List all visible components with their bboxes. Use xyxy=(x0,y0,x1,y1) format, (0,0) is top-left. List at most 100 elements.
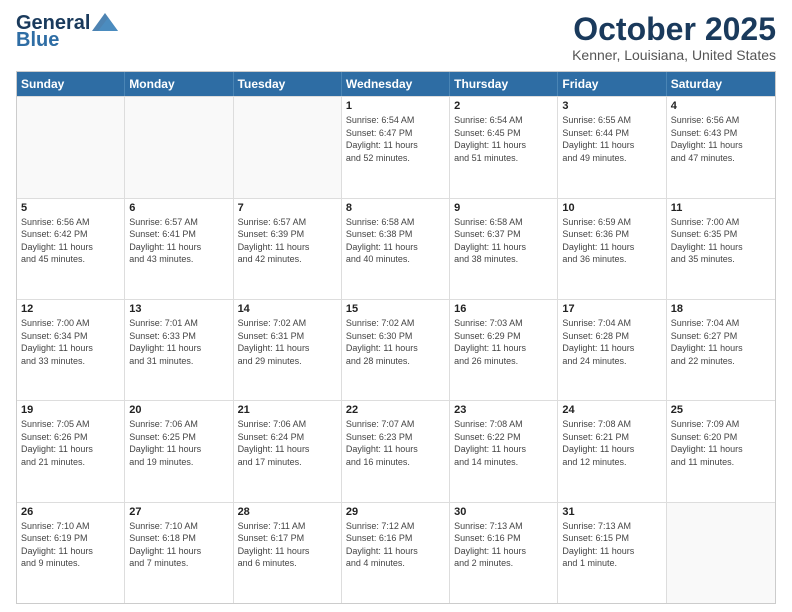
day-info-23: Sunrise: 7:08 AM Sunset: 6:22 PM Dayligh… xyxy=(454,418,553,468)
calendar-body: 1 Sunrise: 6:54 AM Sunset: 6:47 PM Daylig… xyxy=(17,96,775,603)
day-number-8: 8 xyxy=(346,202,445,214)
day-cell-4: 4 Sunrise: 6:56 AM Sunset: 6:43 PM Daylig… xyxy=(667,97,775,197)
day-info-22: Sunrise: 7:07 AM Sunset: 6:23 PM Dayligh… xyxy=(346,418,445,468)
day-cell-7: 7Sunrise: 6:57 AM Sunset: 6:39 PM Daylig… xyxy=(234,199,342,299)
header-saturday: Saturday xyxy=(667,72,775,96)
day-number-27: 27 xyxy=(129,506,228,518)
day-number-13: 13 xyxy=(129,303,228,315)
day-number-1: 1 xyxy=(346,100,445,112)
day-info-19: Sunrise: 7:05 AM Sunset: 6:26 PM Dayligh… xyxy=(21,418,120,468)
day-cell-17: 17Sunrise: 7:04 AM Sunset: 6:28 PM Dayli… xyxy=(558,300,666,400)
day-cell-11: 11 Sunrise: 7:00 AM Sunset: 6:35 PM Dayli… xyxy=(667,199,775,299)
page: General Blue October 2025 Kenner, Louisi… xyxy=(0,0,792,612)
day-cell-3: 3 Sunrise: 6:55 AM Sunset: 6:44 PM Daylig… xyxy=(558,97,666,197)
day-info-4: Sunrise: 6:56 AM Sunset: 6:43 PM Dayligh… xyxy=(671,114,771,164)
empty-cell xyxy=(234,97,342,197)
day-info-31: Sunrise: 7:13 AM Sunset: 6:15 PM Dayligh… xyxy=(562,520,661,570)
day-info-5: Sunrise: 6:56 AM Sunset: 6:42 PM Dayligh… xyxy=(21,216,120,266)
day-info-13: Sunrise: 7:01 AM Sunset: 6:33 PM Dayligh… xyxy=(129,317,228,367)
day-number-21: 21 xyxy=(238,404,337,416)
day-number-14: 14 xyxy=(238,303,337,315)
day-info-7: Sunrise: 6:57 AM Sunset: 6:39 PM Dayligh… xyxy=(238,216,337,266)
empty-cell xyxy=(17,97,125,197)
calendar-title: October 2025 xyxy=(572,12,776,47)
day-cell-9: 9 Sunrise: 6:58 AM Sunset: 6:37 PM Daylig… xyxy=(450,199,558,299)
day-info-9: Sunrise: 6:58 AM Sunset: 6:37 PM Dayligh… xyxy=(454,216,553,266)
day-info-12: Sunrise: 7:00 AM Sunset: 6:34 PM Dayligh… xyxy=(21,317,120,367)
day-cell-15: 15 Sunrise: 7:02 AM Sunset: 6:30 PM Dayli… xyxy=(342,300,450,400)
day-cell-28: 28Sunrise: 7:11 AM Sunset: 6:17 PM Dayli… xyxy=(234,503,342,603)
day-cell-10: 10 Sunrise: 6:59 AM Sunset: 6:36 PM Dayli… xyxy=(558,199,666,299)
day-number-22: 22 xyxy=(346,404,445,416)
logo-icon xyxy=(92,13,118,31)
title-block: October 2025 Kenner, Louisiana, United S… xyxy=(572,12,776,63)
calendar-row-0: 1 Sunrise: 6:54 AM Sunset: 6:47 PM Daylig… xyxy=(17,96,775,197)
day-info-14: Sunrise: 7:02 AM Sunset: 6:31 PM Dayligh… xyxy=(238,317,337,367)
day-number-10: 10 xyxy=(562,202,661,214)
calendar-row-2: 12 Sunrise: 7:00 AM Sunset: 6:34 PM Dayli… xyxy=(17,299,775,400)
day-cell-26: 26 Sunrise: 7:10 AM Sunset: 6:19 PM Dayli… xyxy=(17,503,125,603)
day-cell-19: 19Sunrise: 7:05 AM Sunset: 6:26 PM Dayli… xyxy=(17,401,125,501)
calendar-subtitle: Kenner, Louisiana, United States xyxy=(572,47,776,63)
day-number-9: 9 xyxy=(454,202,553,214)
day-cell-29: 29 Sunrise: 7:12 AM Sunset: 6:16 PM Dayli… xyxy=(342,503,450,603)
day-cell-8: 8Sunrise: 6:58 AM Sunset: 6:38 PM Daylig… xyxy=(342,199,450,299)
day-info-15: Sunrise: 7:02 AM Sunset: 6:30 PM Dayligh… xyxy=(346,317,445,367)
empty-cell xyxy=(667,503,775,603)
day-info-18: Sunrise: 7:04 AM Sunset: 6:27 PM Dayligh… xyxy=(671,317,771,367)
day-cell-18: 18 Sunrise: 7:04 AM Sunset: 6:27 PM Dayli… xyxy=(667,300,775,400)
day-info-2: Sunrise: 6:54 AM Sunset: 6:45 PM Dayligh… xyxy=(454,114,553,164)
day-number-29: 29 xyxy=(346,506,445,518)
day-cell-16: 16Sunrise: 7:03 AM Sunset: 6:29 PM Dayli… xyxy=(450,300,558,400)
day-info-11: Sunrise: 7:00 AM Sunset: 6:35 PM Dayligh… xyxy=(671,216,771,266)
empty-cell xyxy=(125,97,233,197)
day-info-24: Sunrise: 7:08 AM Sunset: 6:21 PM Dayligh… xyxy=(562,418,661,468)
calendar-row-3: 19Sunrise: 7:05 AM Sunset: 6:26 PM Dayli… xyxy=(17,400,775,501)
day-number-5: 5 xyxy=(21,202,120,214)
day-info-6: Sunrise: 6:57 AM Sunset: 6:41 PM Dayligh… xyxy=(129,216,228,266)
day-number-2: 2 xyxy=(454,100,553,112)
day-info-21: Sunrise: 7:06 AM Sunset: 6:24 PM Dayligh… xyxy=(238,418,337,468)
header-wednesday: Wednesday xyxy=(342,72,450,96)
day-number-31: 31 xyxy=(562,506,661,518)
day-info-29: Sunrise: 7:12 AM Sunset: 6:16 PM Dayligh… xyxy=(346,520,445,570)
calendar-header: Sunday Monday Tuesday Wednesday Thursday… xyxy=(17,72,775,96)
day-cell-1: 1 Sunrise: 6:54 AM Sunset: 6:47 PM Daylig… xyxy=(342,97,450,197)
day-number-28: 28 xyxy=(238,506,337,518)
day-number-17: 17 xyxy=(562,303,661,315)
day-info-1: Sunrise: 6:54 AM Sunset: 6:47 PM Dayligh… xyxy=(346,114,445,164)
calendar-row-1: 5 Sunrise: 6:56 AM Sunset: 6:42 PM Daylig… xyxy=(17,198,775,299)
day-cell-6: 6 Sunrise: 6:57 AM Sunset: 6:41 PM Daylig… xyxy=(125,199,233,299)
day-cell-14: 14 Sunrise: 7:02 AM Sunset: 6:31 PM Dayli… xyxy=(234,300,342,400)
day-info-10: Sunrise: 6:59 AM Sunset: 6:36 PM Dayligh… xyxy=(562,216,661,266)
day-number-26: 26 xyxy=(21,506,120,518)
header-thursday: Thursday xyxy=(450,72,558,96)
day-info-16: Sunrise: 7:03 AM Sunset: 6:29 PM Dayligh… xyxy=(454,317,553,367)
day-cell-12: 12 Sunrise: 7:00 AM Sunset: 6:34 PM Dayli… xyxy=(17,300,125,400)
day-number-3: 3 xyxy=(562,100,661,112)
header-monday: Monday xyxy=(125,72,233,96)
day-cell-25: 25Sunrise: 7:09 AM Sunset: 6:20 PM Dayli… xyxy=(667,401,775,501)
day-info-27: Sunrise: 7:10 AM Sunset: 6:18 PM Dayligh… xyxy=(129,520,228,570)
day-info-20: Sunrise: 7:06 AM Sunset: 6:25 PM Dayligh… xyxy=(129,418,228,468)
day-number-12: 12 xyxy=(21,303,120,315)
header: General Blue October 2025 Kenner, Louisi… xyxy=(16,12,776,63)
day-cell-31: 31 Sunrise: 7:13 AM Sunset: 6:15 PM Dayli… xyxy=(558,503,666,603)
header-sunday: Sunday xyxy=(17,72,125,96)
day-number-4: 4 xyxy=(671,100,771,112)
day-cell-21: 21 Sunrise: 7:06 AM Sunset: 6:24 PM Dayli… xyxy=(234,401,342,501)
day-number-23: 23 xyxy=(454,404,553,416)
day-cell-5: 5 Sunrise: 6:56 AM Sunset: 6:42 PM Daylig… xyxy=(17,199,125,299)
day-info-3: Sunrise: 6:55 AM Sunset: 6:44 PM Dayligh… xyxy=(562,114,661,164)
day-number-25: 25 xyxy=(671,404,771,416)
day-number-20: 20 xyxy=(129,404,228,416)
day-number-30: 30 xyxy=(454,506,553,518)
day-number-18: 18 xyxy=(671,303,771,315)
day-info-30: Sunrise: 7:13 AM Sunset: 6:16 PM Dayligh… xyxy=(454,520,553,570)
day-cell-24: 24 Sunrise: 7:08 AM Sunset: 6:21 PM Dayli… xyxy=(558,401,666,501)
day-number-24: 24 xyxy=(562,404,661,416)
day-info-26: Sunrise: 7:10 AM Sunset: 6:19 PM Dayligh… xyxy=(21,520,120,570)
day-number-11: 11 xyxy=(671,202,771,214)
day-number-6: 6 xyxy=(129,202,228,214)
day-number-15: 15 xyxy=(346,303,445,315)
